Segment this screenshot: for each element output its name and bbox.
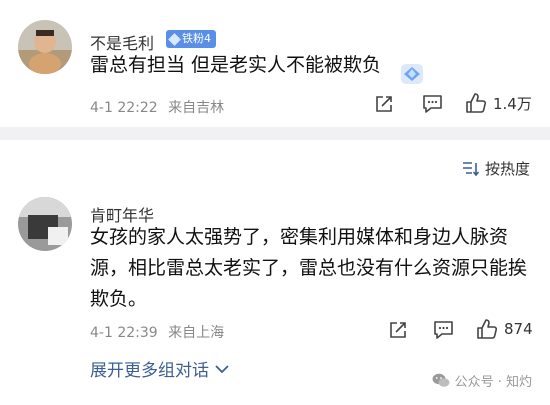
avatar[interactable]: [18, 197, 72, 251]
comment-text: 女孩的家人太强势了，密集利用媒体和身边人脉资 源，相比雷总太老实了，雷总也没有什…: [90, 222, 540, 315]
diamond-icon: [168, 32, 181, 46]
fan-badge: 铁粉4: [166, 30, 216, 48]
like-count: 1.4万: [493, 94, 532, 113]
like-button[interactable]: 874: [476, 318, 533, 340]
comment-2: 肯町年华 女孩的家人太强势了，密集利用媒体和身边人脉资 源，相比雷总太老实了，雷…: [0, 140, 550, 350]
reply-button[interactable]: [433, 320, 454, 340]
chevron-down-icon: [215, 364, 229, 373]
avatar[interactable]: [18, 20, 72, 74]
watermark-label: 公众号 · 知灼: [454, 375, 532, 390]
thumbs-up-icon: [466, 93, 487, 113]
diamond-sticker-icon: [397, 62, 427, 86]
reply-button[interactable]: [422, 94, 443, 114]
expand-more-link[interactable]: 展开更多组对话: [90, 356, 229, 381]
comment-location: 来自上海: [168, 325, 225, 341]
comment-location: 来自吉林: [168, 100, 225, 116]
section-divider: [0, 127, 550, 140]
share-button[interactable]: [374, 94, 394, 114]
like-button[interactable]: 1.4万: [465, 92, 532, 114]
wechat-icon: [432, 373, 450, 387]
comment-text-line: 欺负。: [90, 288, 148, 310]
comment-text-line: 源，相比雷总太老实了，雷总也没有什么资源只能挨: [90, 257, 528, 279]
comment-text-line: 女孩的家人太强势了，密集利用媒体和身边人脉资: [90, 226, 509, 248]
comment-text: 雷总有担当 但是老实人不能被欺负: [90, 54, 382, 76]
comment-icon: [434, 321, 453, 339]
expand-label: 展开更多组对话: [90, 361, 209, 381]
comment-time: 4-1 22:22: [90, 100, 158, 116]
comment-1: 不是毛利 铁粉4 雷总有担当 但是老实人不能被欺负 4-1 22:22 来自吉林…: [0, 0, 550, 127]
comment-meta: 4-1 22:39 来自上海: [90, 322, 224, 342]
comment-time: 4-1 22:39: [90, 325, 158, 341]
share-icon: [376, 96, 392, 112]
thumbs-up-icon: [477, 319, 498, 339]
comment-meta: 4-1 22:22 来自吉林: [90, 97, 224, 117]
share-icon: [390, 322, 406, 338]
fan-badge-label: 铁粉4: [182, 32, 211, 45]
comment-icon: [423, 95, 442, 113]
watermark: 公众号 · 知灼: [432, 371, 532, 390]
share-button[interactable]: [388, 320, 408, 340]
like-count: 874: [504, 320, 533, 338]
